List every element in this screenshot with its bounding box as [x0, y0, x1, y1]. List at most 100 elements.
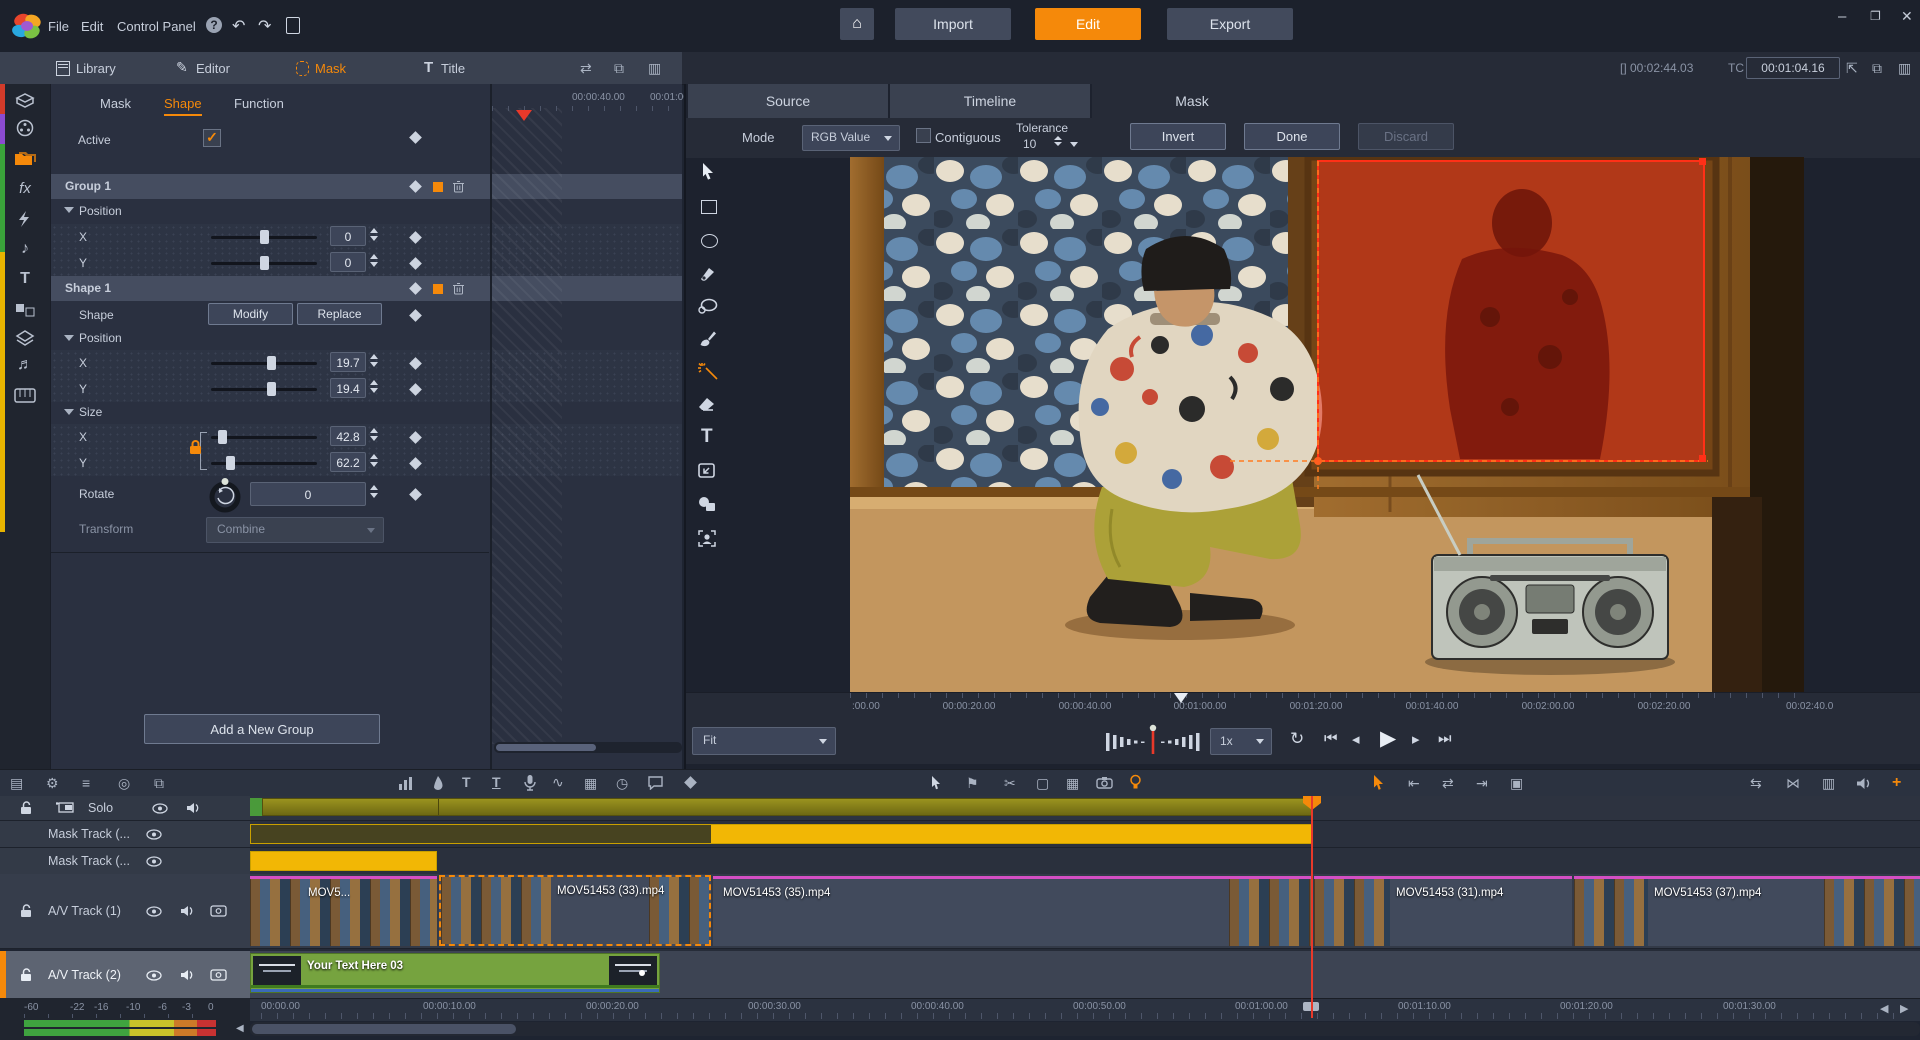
tolerance-value[interactable]: 10 — [1023, 137, 1036, 151]
go-start-icon[interactable]: ⏮ — [1324, 730, 1338, 747]
face-detect-tool-icon[interactable] — [698, 530, 716, 547]
active-checkbox[interactable]: ✓ — [203, 129, 221, 147]
kf-scrollbar-thumb[interactable] — [496, 744, 596, 751]
keyframe-mode-icon[interactable] — [684, 776, 697, 789]
tolerance-dropdown-arrow-icon[interactable] — [1070, 142, 1078, 147]
active-keyframe-icon[interactable] — [409, 131, 422, 144]
timeline-playhead-line[interactable] — [1311, 796, 1313, 1018]
group-y-value[interactable]: 0 — [330, 252, 366, 272]
eye-icon[interactable] — [146, 856, 162, 867]
group1-delete-icon[interactable] — [453, 180, 464, 193]
shape-y-slider-thumb[interactable] — [267, 382, 276, 396]
minimize-button[interactable]: – — [1838, 8, 1846, 25]
eye-icon[interactable] — [146, 829, 162, 840]
shape1-delete-icon[interactable] — [453, 282, 464, 295]
ripple-all-icon[interactable]: ⇄ — [1442, 775, 1454, 792]
pen-tool-icon[interactable] — [699, 266, 717, 282]
copy-icon[interactable]: ⧉ — [154, 775, 164, 792]
scrollbar-thumb[interactable] — [252, 1024, 516, 1034]
size-header[interactable]: Size — [51, 402, 489, 424]
redo-icon[interactable]: ↷ — [258, 16, 271, 36]
external-monitor-icon[interactable]: ⧉ — [1872, 60, 1882, 77]
timeline-settings-icon[interactable]: ▤ — [10, 775, 23, 792]
text-clip-keyframe-dot[interactable] — [639, 970, 645, 976]
mask2-clip[interactable] — [250, 851, 437, 871]
shape-y-value[interactable]: 19.4 — [330, 378, 366, 398]
speed-dropdown[interactable]: 1x — [1210, 728, 1272, 755]
group-x-value[interactable]: 0 — [330, 226, 366, 246]
shape-keyframe-icon[interactable] — [409, 309, 422, 322]
lock-icon[interactable] — [20, 904, 32, 918]
group-x-slider[interactable] — [211, 236, 317, 239]
shape-x-slider-thumb[interactable] — [267, 356, 276, 370]
audio-chart-icon[interactable] — [398, 776, 414, 790]
menu-control-panel[interactable]: Control Panel — [117, 19, 196, 34]
keyframe-timeline[interactable]: 00:00:40.00 00:01:00.0 — [490, 84, 684, 769]
close-button[interactable]: ✕ — [1901, 8, 1913, 25]
shape-x-stepper[interactable] — [370, 354, 378, 367]
ink-drop-icon[interactable] — [432, 775, 444, 791]
timeline-cursor-icon[interactable] — [930, 775, 942, 790]
jog-shuttle[interactable] — [1104, 724, 1202, 756]
size-y-value[interactable]: 62.2 — [330, 452, 366, 472]
wave-edit-icon[interactable]: ∿ — [552, 774, 564, 791]
mixer-icon[interactable]: ≡ — [82, 775, 90, 791]
preview-ruler[interactable]: :00.00 00:00:20.00 00:00:40.00 00:01:00.… — [686, 692, 1920, 719]
clip-mov5[interactable]: MOV5... — [250, 876, 437, 946]
music-icon[interactable]: ♪ — [0, 240, 50, 258]
frame-box-icon[interactable]: ▢ — [1036, 775, 1049, 792]
video-preview[interactable] — [850, 157, 1804, 692]
solo-clip-green[interactable] — [250, 798, 262, 816]
projects-folder-icon[interactable] — [0, 149, 50, 167]
shape-x-keyframe-icon[interactable] — [409, 357, 422, 370]
menu-file[interactable]: File — [48, 19, 69, 34]
document-icon[interactable] — [286, 17, 300, 34]
ruler-scroll-right-icon[interactable]: ▶ — [1900, 1002, 1908, 1015]
brush-tool-icon[interactable] — [698, 330, 717, 347]
speaker-icon[interactable] — [186, 802, 200, 814]
snapshot-camera-icon[interactable] — [1096, 776, 1113, 789]
prev-frame-icon[interactable]: ◂ — [1352, 730, 1360, 748]
av2-lane[interactable]: Your Text Here 03 — [250, 951, 1920, 999]
group-x-stepper[interactable] — [370, 228, 378, 241]
shape-y-slider[interactable] — [211, 388, 317, 391]
collapse-arrow-icon[interactable] — [64, 409, 74, 415]
effects-icon[interactable]: fx — [0, 180, 50, 197]
rectangle-tool-icon[interactable] — [701, 200, 717, 214]
size-y-keyframe-icon[interactable] — [409, 457, 422, 470]
home-button[interactable]: ⌂ — [840, 8, 874, 40]
size-x-stepper[interactable] — [370, 428, 378, 441]
group-y-keyframe-icon[interactable] — [409, 257, 422, 270]
tolerance-stepper[interactable] — [1054, 136, 1062, 146]
done-button[interactable]: Done — [1244, 123, 1340, 150]
swap-tracks-icon[interactable]: ⇆ — [1750, 775, 1762, 792]
panel-columns-icon[interactable]: ▥ — [1822, 775, 1835, 792]
edit-cursor-icon[interactable] — [1372, 774, 1385, 790]
contiguous-checkbox[interactable] — [916, 128, 931, 143]
size-x-slider-thumb[interactable] — [218, 430, 227, 444]
ripple-left-icon[interactable]: ⇤ — [1408, 775, 1420, 792]
audio-speaker-icon[interactable] — [1856, 777, 1871, 790]
tab-library[interactable]: Library — [76, 61, 116, 76]
tc-value-box[interactable]: 00:01:04.16 — [1746, 57, 1840, 79]
timeline-ruler[interactable]: 00:00.00 00:00:10.00 00:00:20.00 00:00:3… — [250, 998, 1920, 1021]
timeline-scrollbar[interactable]: ◀ — [250, 1022, 1920, 1036]
undo-icon[interactable]: ↶ — [232, 16, 245, 36]
restore-button[interactable]: ❐ — [1870, 9, 1881, 23]
monitor-tab-mask[interactable]: Mask — [1092, 84, 1292, 118]
masktab-shape[interactable]: Shape — [164, 96, 202, 116]
titles-icon[interactable]: T — [0, 270, 50, 288]
grid-icon[interactable]: ▦ — [584, 775, 597, 792]
popout-panel-icon[interactable]: ⧉ — [614, 60, 624, 77]
group-y-stepper[interactable] — [370, 254, 378, 267]
replace-button[interactable]: Replace — [297, 303, 382, 325]
play-icon[interactable]: ▶ — [1380, 726, 1396, 751]
magnetic-lasso-tool-icon[interactable] — [698, 298, 718, 315]
transitions-icon[interactable] — [0, 302, 50, 318]
shape-y-keyframe-icon[interactable] — [409, 383, 422, 396]
solo-clip-bar[interactable] — [262, 798, 1312, 816]
multi-grid-icon[interactable]: ▦ — [1066, 775, 1079, 792]
render-bulb-icon[interactable] — [1130, 774, 1141, 790]
export-button[interactable]: Export — [1167, 8, 1293, 40]
size-x-slider[interactable] — [211, 436, 317, 439]
